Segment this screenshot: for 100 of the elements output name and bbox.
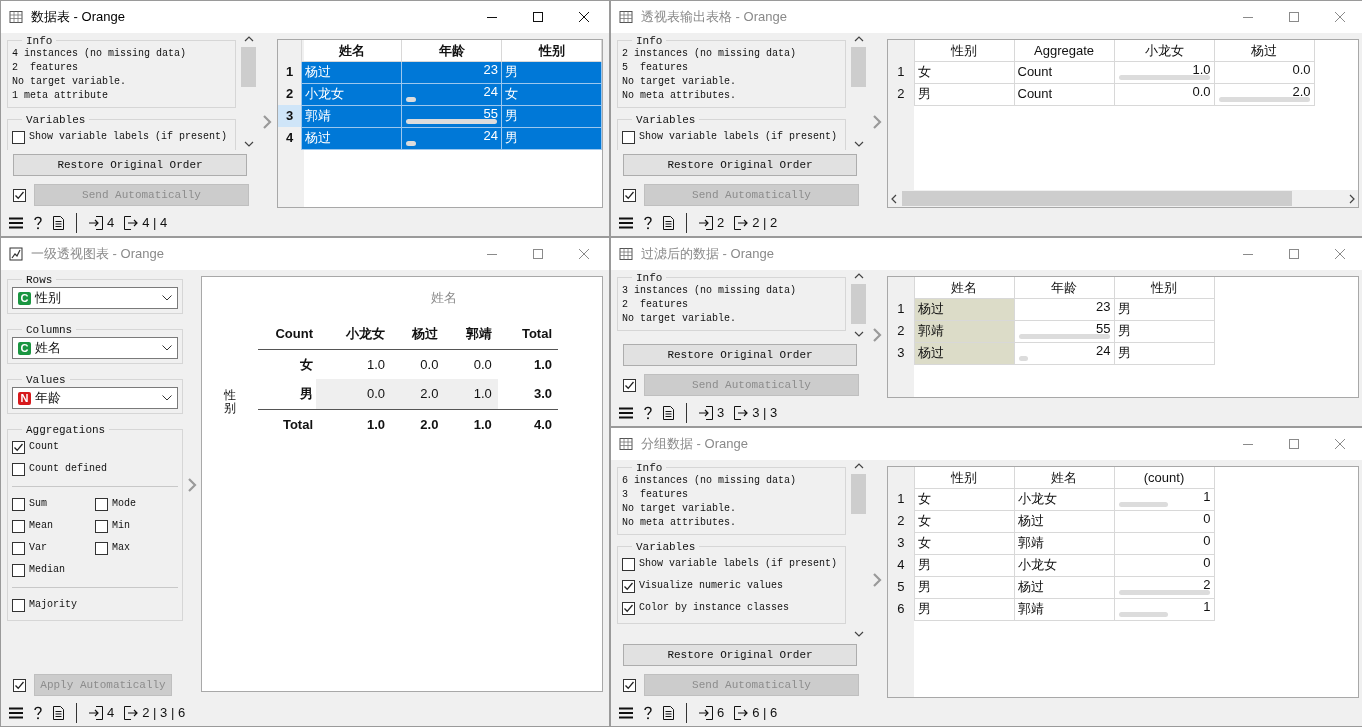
scrollbar-thumb[interactable]: [241, 47, 256, 87]
option-label[interactable]: Var: [29, 541, 47, 555]
table-row[interactable]: 2 郭靖 55 男: [888, 320, 1214, 342]
checkbox[interactable]: [95, 541, 108, 555]
table-row[interactable]: 5 男 杨过 2: [888, 576, 1214, 598]
menu-icon[interactable]: [619, 707, 633, 719]
table-row[interactable]: 3 女 郭靖 0: [888, 532, 1214, 554]
restore-order-button[interactable]: Restore Original Order: [623, 154, 857, 176]
option-label[interactable]: Visualize numeric values: [639, 579, 784, 593]
column-header[interactable]: 性别: [914, 40, 1014, 61]
restore-order-button[interactable]: Restore Original Order: [623, 344, 857, 366]
horizontal-scrollbar[interactable]: [888, 190, 1358, 207]
table-cell[interactable]: 男: [914, 83, 1014, 105]
column-header[interactable]: 性别: [914, 467, 1014, 488]
column-header[interactable]: 姓名: [1014, 467, 1114, 488]
table-cell[interactable]: 郭靖: [914, 320, 1014, 342]
menu-icon[interactable]: [9, 217, 23, 229]
checkbox[interactable]: [12, 563, 25, 577]
table-row[interactable]: 1 杨过 23 男: [278, 61, 602, 83]
option-label[interactable]: Count: [29, 440, 59, 454]
table-cell[interactable]: 女: [914, 510, 1014, 532]
document-icon[interactable]: [663, 706, 674, 720]
document-icon[interactable]: [663, 216, 674, 230]
help-icon[interactable]: [643, 216, 653, 230]
column-header[interactable]: 年龄: [401, 40, 502, 61]
checkbox[interactable]: [95, 519, 108, 533]
scrollbar-thumb[interactable]: [851, 47, 866, 87]
checkbox[interactable]: [12, 541, 25, 555]
help-icon[interactable]: [33, 706, 43, 720]
table-row[interactable]: 1 女 小龙女 1: [888, 488, 1214, 510]
option-label[interactable]: Show variable labels (if present): [29, 130, 228, 144]
option-label[interactable]: Majority: [29, 598, 77, 612]
table-cell[interactable]: 杨过: [914, 298, 1014, 320]
menu-icon[interactable]: [9, 707, 23, 719]
document-icon[interactable]: [53, 216, 64, 230]
table-cell[interactable]: 郭靖: [301, 105, 402, 127]
table-cell[interactable]: 男: [914, 576, 1014, 598]
menu-icon[interactable]: [619, 217, 633, 229]
help-icon[interactable]: [643, 406, 653, 420]
table-row[interactable]: 6 男 郭靖 1: [888, 598, 1214, 620]
checkbox[interactable]: [622, 601, 635, 615]
option-label[interactable]: Show variable labels (if present): [639, 557, 838, 571]
option-label[interactable]: Count defined: [29, 462, 107, 476]
option-label[interactable]: Color by instance classes: [639, 601, 790, 615]
option-label[interactable]: Mean: [29, 519, 53, 533]
table-row[interactable]: 3 杨过 24 男: [888, 342, 1214, 364]
table-row[interactable]: 4 杨过 24 男: [278, 127, 602, 149]
scrollbar-thumb[interactable]: [851, 474, 866, 514]
column-header[interactable]: 姓名: [301, 40, 402, 61]
restore-order-button[interactable]: Restore Original Order: [623, 644, 857, 666]
column-header[interactable]: (count): [1114, 467, 1214, 488]
row-number[interactable]: 3: [278, 105, 302, 127]
column-header[interactable]: 杨过: [1214, 40, 1314, 61]
checkbox[interactable]: [12, 598, 25, 612]
checkbox[interactable]: [12, 130, 25, 144]
table-row[interactable]: 1 杨过 23 男: [888, 298, 1214, 320]
checkbox[interactable]: [12, 519, 25, 533]
table-cell[interactable]: 女: [914, 61, 1014, 83]
column-header[interactable]: 小龙女: [1114, 40, 1214, 61]
table-cell[interactable]: 小龙女: [301, 83, 402, 105]
table-row[interactable]: 2 女 杨过 0: [888, 510, 1214, 532]
column-header[interactable]: 性别: [1114, 277, 1214, 298]
option-label[interactable]: Show variable labels (if present): [639, 130, 838, 144]
checkbox[interactable]: [622, 130, 635, 144]
column-header[interactable]: 性别: [501, 40, 602, 61]
table-cell[interactable]: 男: [914, 554, 1014, 576]
option-label[interactable]: Min: [112, 519, 130, 533]
table-row[interactable]: 4 男 小龙女 0: [888, 554, 1214, 576]
menu-icon[interactable]: [619, 407, 633, 419]
checkbox[interactable]: [12, 440, 25, 454]
row-number[interactable]: 4: [278, 127, 302, 149]
table-row[interactable]: 2 男 Count 0.0 2.0: [888, 83, 1314, 105]
table-cell[interactable]: 女: [914, 532, 1014, 554]
option-label[interactable]: Mode: [112, 497, 136, 511]
table-cell[interactable]: 杨过: [914, 342, 1014, 364]
help-icon[interactable]: [643, 706, 653, 720]
dropdown[interactable]: C 性别: [12, 287, 178, 309]
table-row[interactable]: 3 郭靖 55 男: [278, 105, 602, 127]
restore-order-button[interactable]: Restore Original Order: [13, 154, 247, 176]
table-row[interactable]: 1 女 Count 1.0 0.0: [888, 61, 1314, 83]
help-icon[interactable]: [33, 216, 43, 230]
option-label[interactable]: Median: [29, 563, 65, 577]
table-cell[interactable]: 女: [914, 488, 1014, 510]
checkbox[interactable]: [12, 497, 25, 511]
row-number[interactable]: 2: [278, 83, 302, 105]
column-header[interactable]: Aggregate: [1014, 40, 1114, 61]
column-header[interactable]: 姓名: [914, 277, 1014, 298]
document-icon[interactable]: [53, 706, 64, 720]
checkbox[interactable]: [622, 557, 635, 571]
checkbox[interactable]: [12, 462, 25, 476]
scrollbar-thumb[interactable]: [851, 284, 866, 324]
dropdown[interactable]: N 年龄: [12, 387, 178, 409]
document-icon[interactable]: [663, 406, 674, 420]
dropdown[interactable]: C 姓名: [12, 337, 178, 359]
column-header[interactable]: 年龄: [1014, 277, 1114, 298]
table-cell[interactable]: 杨过: [301, 127, 402, 149]
option-label[interactable]: Max: [112, 541, 130, 555]
table-row[interactable]: 2 小龙女 24 女: [278, 83, 602, 105]
checkbox[interactable]: [95, 497, 108, 511]
table-cell[interactable]: 杨过: [301, 61, 402, 83]
